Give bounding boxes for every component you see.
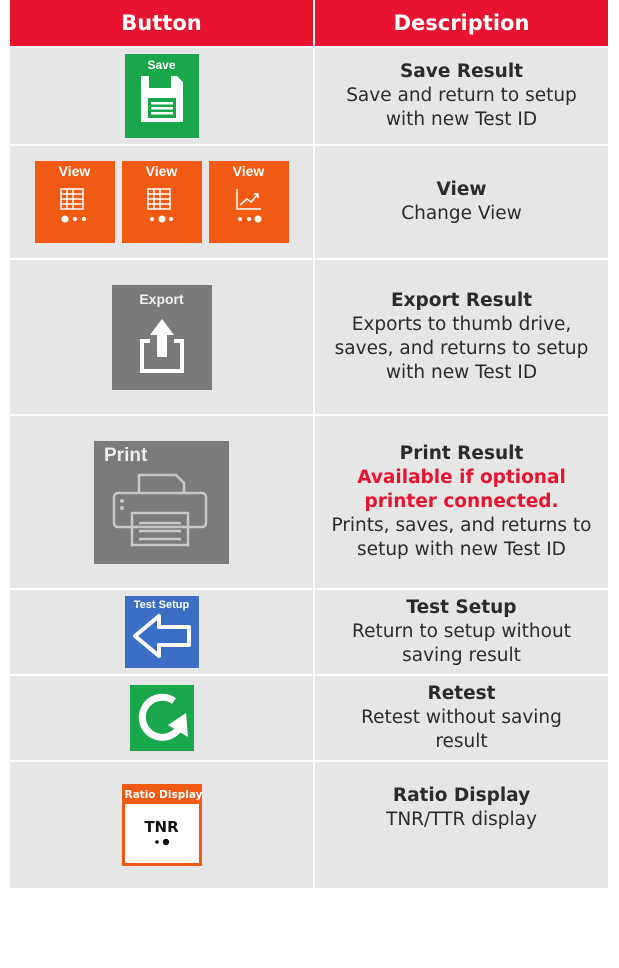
table-row-test-setup: Test Setup Test Setup Return to setup wi…: [10, 590, 608, 674]
view-button-group: View View View: [34, 161, 289, 243]
upload-tray-icon: [139, 318, 184, 373]
button-reference-table: Button Description Save Save Result Save…: [10, 0, 608, 888]
export-button-label: Export: [139, 290, 184, 307]
description-cell: Test Setup Return to setup without savin…: [315, 590, 608, 674]
button-cell: Ratio Display TNR: [10, 762, 313, 888]
page-indicator-icon: [154, 838, 169, 846]
description-cell: Retest Retest without saving result: [315, 676, 608, 760]
description-text: Change View: [401, 203, 522, 224]
export-button[interactable]: Export: [111, 284, 212, 390]
button-cell: Export: [10, 260, 313, 414]
description-title: Export Result: [390, 290, 533, 311]
refresh-icon: [138, 693, 188, 741]
print-button[interactable]: Print: [94, 440, 229, 564]
table-grid-icon: [59, 188, 86, 223]
view-button-label: View: [58, 163, 91, 179]
button-cell: Print: [10, 416, 313, 588]
description-text: Exports to thumb drive, saves, and retur…: [334, 314, 589, 383]
table-header: Button Description: [10, 0, 608, 46]
description-title: Print Result: [399, 443, 524, 464]
ratio-display-button[interactable]: Ratio Display TNR: [121, 784, 202, 866]
button-cell: [10, 676, 313, 760]
printer-icon: [112, 473, 208, 546]
table-row-ratio-display: Ratio Display TNR Ratio Display TNR/TTR …: [10, 762, 608, 888]
description-title: Test Setup: [406, 597, 517, 618]
table-row-print: Print Print Result Available if optional…: [10, 416, 608, 588]
description-title: Retest: [427, 683, 496, 704]
retest-button[interactable]: [129, 685, 194, 751]
view-button-chart[interactable]: View: [208, 161, 289, 243]
table-row-export: Export Export Result Exports to thumb dr…: [10, 260, 608, 414]
description-text: Prints, saves, and returns to setup with…: [331, 515, 592, 560]
description-title: Save Result: [399, 61, 523, 82]
description-cell: Ratio Display TNR/TTR display: [315, 762, 608, 888]
arrow-left-icon: [132, 614, 191, 658]
table-row-save: Save Save Result Save and return to setu…: [10, 48, 608, 144]
save-button[interactable]: Save: [124, 54, 199, 138]
button-cell: View View View: [10, 146, 313, 258]
description-cell: Export Result Exports to thumb drive, sa…: [315, 260, 608, 414]
table-row-retest: Retest Retest without saving result: [10, 676, 608, 760]
header-description: Description: [315, 0, 608, 46]
description-cell: Save Result Save and return to setup wit…: [315, 48, 608, 144]
button-cell: Test Setup: [10, 590, 313, 674]
description-text: Return to setup without saving result: [352, 621, 571, 666]
header-button: Button: [10, 0, 313, 46]
description-cell: View Change View: [315, 146, 608, 258]
description-title: Ratio Display: [392, 785, 531, 806]
description-title: View: [436, 179, 487, 200]
view-button-label: View: [145, 163, 178, 179]
description-cell: Print Result Available if optional print…: [315, 416, 608, 588]
description-text: Save and return to setup with new Test I…: [346, 85, 577, 130]
test-setup-button-label: Test Setup: [133, 599, 190, 611]
view-button-label: View: [232, 163, 265, 179]
test-setup-button[interactable]: Test Setup: [124, 596, 199, 668]
button-cell: Save: [10, 48, 313, 144]
table-row-view: View View View View Change View: [10, 146, 608, 258]
table-grid-icon: [146, 188, 173, 223]
line-chart-icon: [235, 189, 261, 223]
ratio-display-button-label: Ratio Display: [124, 787, 202, 804]
save-button-label: Save: [147, 58, 176, 72]
description-warning: Available if optional printer connected.: [357, 467, 566, 512]
description-text: Retest without saving result: [361, 707, 562, 752]
ratio-display-value: TNR: [144, 818, 179, 836]
floppy-disk-icon: [140, 76, 183, 122]
view-button-table[interactable]: View: [34, 161, 115, 243]
view-button-table-alt[interactable]: View: [121, 161, 202, 243]
description-text: TNR/TTR display: [386, 809, 537, 830]
